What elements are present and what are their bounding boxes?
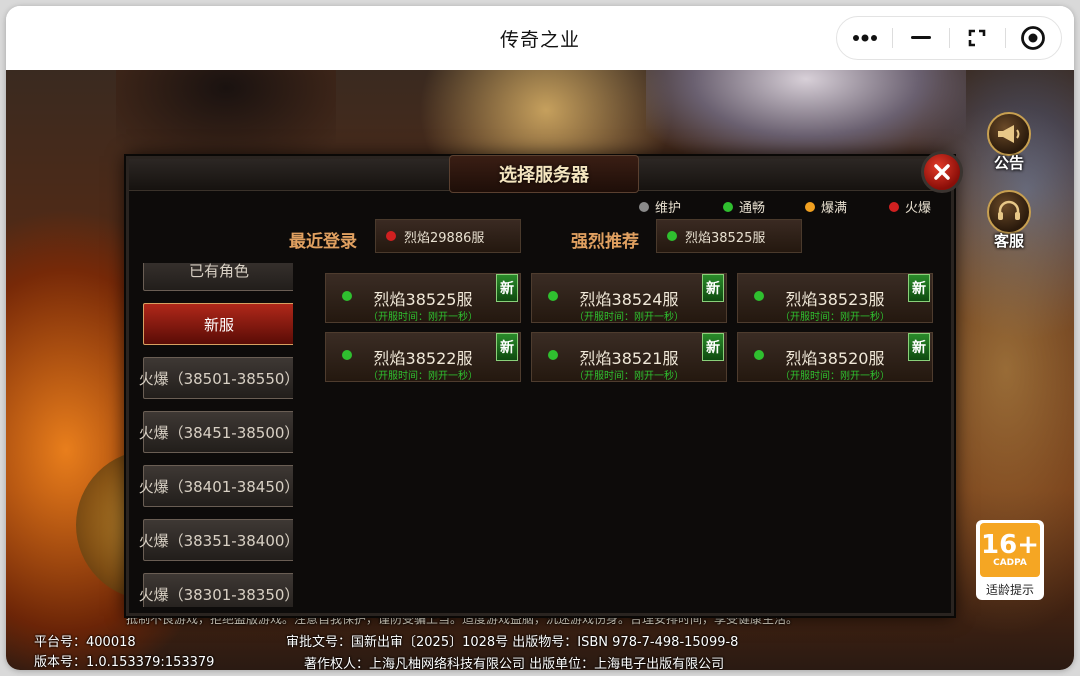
recent-login-label: 最近登录 <box>289 232 357 252</box>
server-category-list[interactable]: 已有角色 新服 火爆（38501-38550） 火爆（38451-38500） … <box>139 263 293 607</box>
age-number: 16+ <box>981 530 1039 560</box>
fullscreen-icon <box>968 29 986 47</box>
server-card[interactable]: 烈焰38525服 （开服时间：刚开一秒） 新 <box>325 273 521 323</box>
server-card[interactable]: 烈焰38524服 （开服时间：刚开一秒） 新 <box>531 273 727 323</box>
close-icon <box>934 164 950 180</box>
capsule-menu <box>836 16 1062 60</box>
server-name: 烈焰38524服 <box>579 290 679 309</box>
legend-label: 通畅 <box>739 201 766 216</box>
category-new-servers[interactable]: 新服 <box>143 303 293 345</box>
legend-hot: 火爆 <box>889 197 931 216</box>
background-art <box>116 70 336 160</box>
minimize-icon <box>910 36 931 39</box>
server-open-time: （开服时间：刚开一秒） <box>574 312 684 323</box>
background-art <box>646 70 966 160</box>
new-tag: 新 <box>496 274 518 302</box>
close-app-button[interactable] <box>1006 17 1061 59</box>
service-label: 客服 <box>993 232 1024 250</box>
title-bar: 传奇之业 <box>6 6 1074 70</box>
version-number: 版本号：1.0.153379:153379 <box>34 655 215 670</box>
server-open-time: （开服时间：刚开一秒） <box>368 312 478 323</box>
status-dot-icon <box>805 201 815 212</box>
recommend-server-name: 烈焰38525服 <box>685 230 766 246</box>
window-title: 传奇之业 <box>499 28 580 51</box>
category-hot-38351[interactable]: 火爆（38351-38400） <box>139 519 293 561</box>
server-name: 烈焰38521服 <box>579 349 679 368</box>
fullscreen-button[interactable] <box>950 17 1005 59</box>
notice-button[interactable]: 公告 <box>984 112 1034 173</box>
status-dot-icon <box>889 201 899 212</box>
server-name: 烈焰38523服 <box>785 290 885 309</box>
legend-smooth: 通畅 <box>723 197 765 216</box>
new-tag: 新 <box>702 274 724 302</box>
server-select-dialog: 选择服务器 维护 通畅 爆满 火爆 最近登录 烈焰29886服 强烈推荐 烈焰3… <box>126 151 963 616</box>
server-open-time: （开服时间：刚开一秒） <box>368 371 478 382</box>
megaphone-icon <box>987 112 1031 156</box>
category-hot-38401[interactable]: 火爆（38401-38450） <box>139 465 293 507</box>
status-dot-icon <box>667 231 677 241</box>
category-existing-roles[interactable]: 已有角色 <box>143 263 293 291</box>
notice-label: 公告 <box>993 154 1024 172</box>
app-window: 传奇之业 公告 客服 16+ CADPA 适龄提示 抵制不良游戏，拒绝盗版游戏。… <box>6 6 1074 670</box>
age-rating-badge[interactable]: 16+ CADPA 适龄提示 <box>976 520 1044 600</box>
more-button[interactable] <box>837 17 892 59</box>
category-hot-38301[interactable]: 火爆（38301-38350） <box>139 573 293 607</box>
category-hot-38451[interactable]: 火爆（38451-38500） <box>139 411 293 453</box>
server-card[interactable]: 烈焰38521服 （开服时间：刚开一秒） 新 <box>531 332 727 382</box>
server-card[interactable]: 烈焰38520服 （开服时间：刚开一秒） 新 <box>737 332 933 382</box>
close-circle-icon <box>1021 26 1046 50</box>
legend-maintenance: 维护 <box>639 197 681 216</box>
approval-info: 审批文号：国新出审〔2025〕1028号 出版物号：ISBN 978-7-498… <box>286 635 739 650</box>
legend-label: 维护 <box>655 201 682 216</box>
status-dot-icon <box>723 201 733 212</box>
dialog-close-button[interactable] <box>921 151 963 193</box>
age-tip: 适龄提示 <box>985 583 1034 597</box>
legend-label: 火爆 <box>905 201 932 216</box>
age-org: CADPA <box>993 558 1027 568</box>
server-name: 烈焰38522服 <box>373 349 473 368</box>
platform-number: 平台号：400018 <box>34 635 136 650</box>
legend-full: 爆满 <box>805 197 847 216</box>
server-open-time: （开服时间：刚开一秒） <box>574 371 684 382</box>
recommend-server-button[interactable]: 烈焰38525服 <box>656 219 802 253</box>
server-card[interactable]: 烈焰38523服 （开服时间：刚开一秒） 新 <box>737 273 933 323</box>
legend-label: 爆满 <box>821 201 848 216</box>
server-card[interactable]: 烈焰38522服 （开服时间：刚开一秒） 新 <box>325 332 521 382</box>
category-hot-38501[interactable]: 火爆（38501-38550） <box>139 357 293 399</box>
recent-server-name: 烈焰29886服 <box>404 230 485 246</box>
new-tag: 新 <box>702 333 724 361</box>
server-open-time: （开服时间：刚开一秒） <box>780 312 890 323</box>
copyright-info: 著作权人：上海凡柚网络科技有限公司 出版单位：上海电子出版有限公司 <box>304 657 725 670</box>
service-button[interactable]: 客服 <box>984 190 1034 251</box>
minimize-button[interactable] <box>893 17 948 59</box>
recommend-label: 强烈推荐 <box>571 232 639 252</box>
server-name: 烈焰38520服 <box>785 349 885 368</box>
recent-server-button[interactable]: 烈焰29886服 <box>375 219 521 253</box>
dialog-title: 选择服务器 <box>449 155 639 193</box>
game-canvas: 公告 客服 16+ CADPA 适龄提示 抵制不良游戏，拒绝盗版游戏。注意自我保… <box>6 70 1074 670</box>
server-open-time: （开服时间：刚开一秒） <box>780 371 890 382</box>
headset-icon <box>987 190 1031 234</box>
more-icon <box>852 34 877 42</box>
server-name: 烈焰38525服 <box>373 290 473 309</box>
new-tag: 新 <box>908 274 930 302</box>
cadpa-logo: 16+ CADPA <box>980 523 1040 577</box>
new-tag: 新 <box>908 333 930 361</box>
status-dot-icon <box>639 201 649 212</box>
new-tag: 新 <box>496 333 518 361</box>
status-dot-icon <box>386 231 396 241</box>
